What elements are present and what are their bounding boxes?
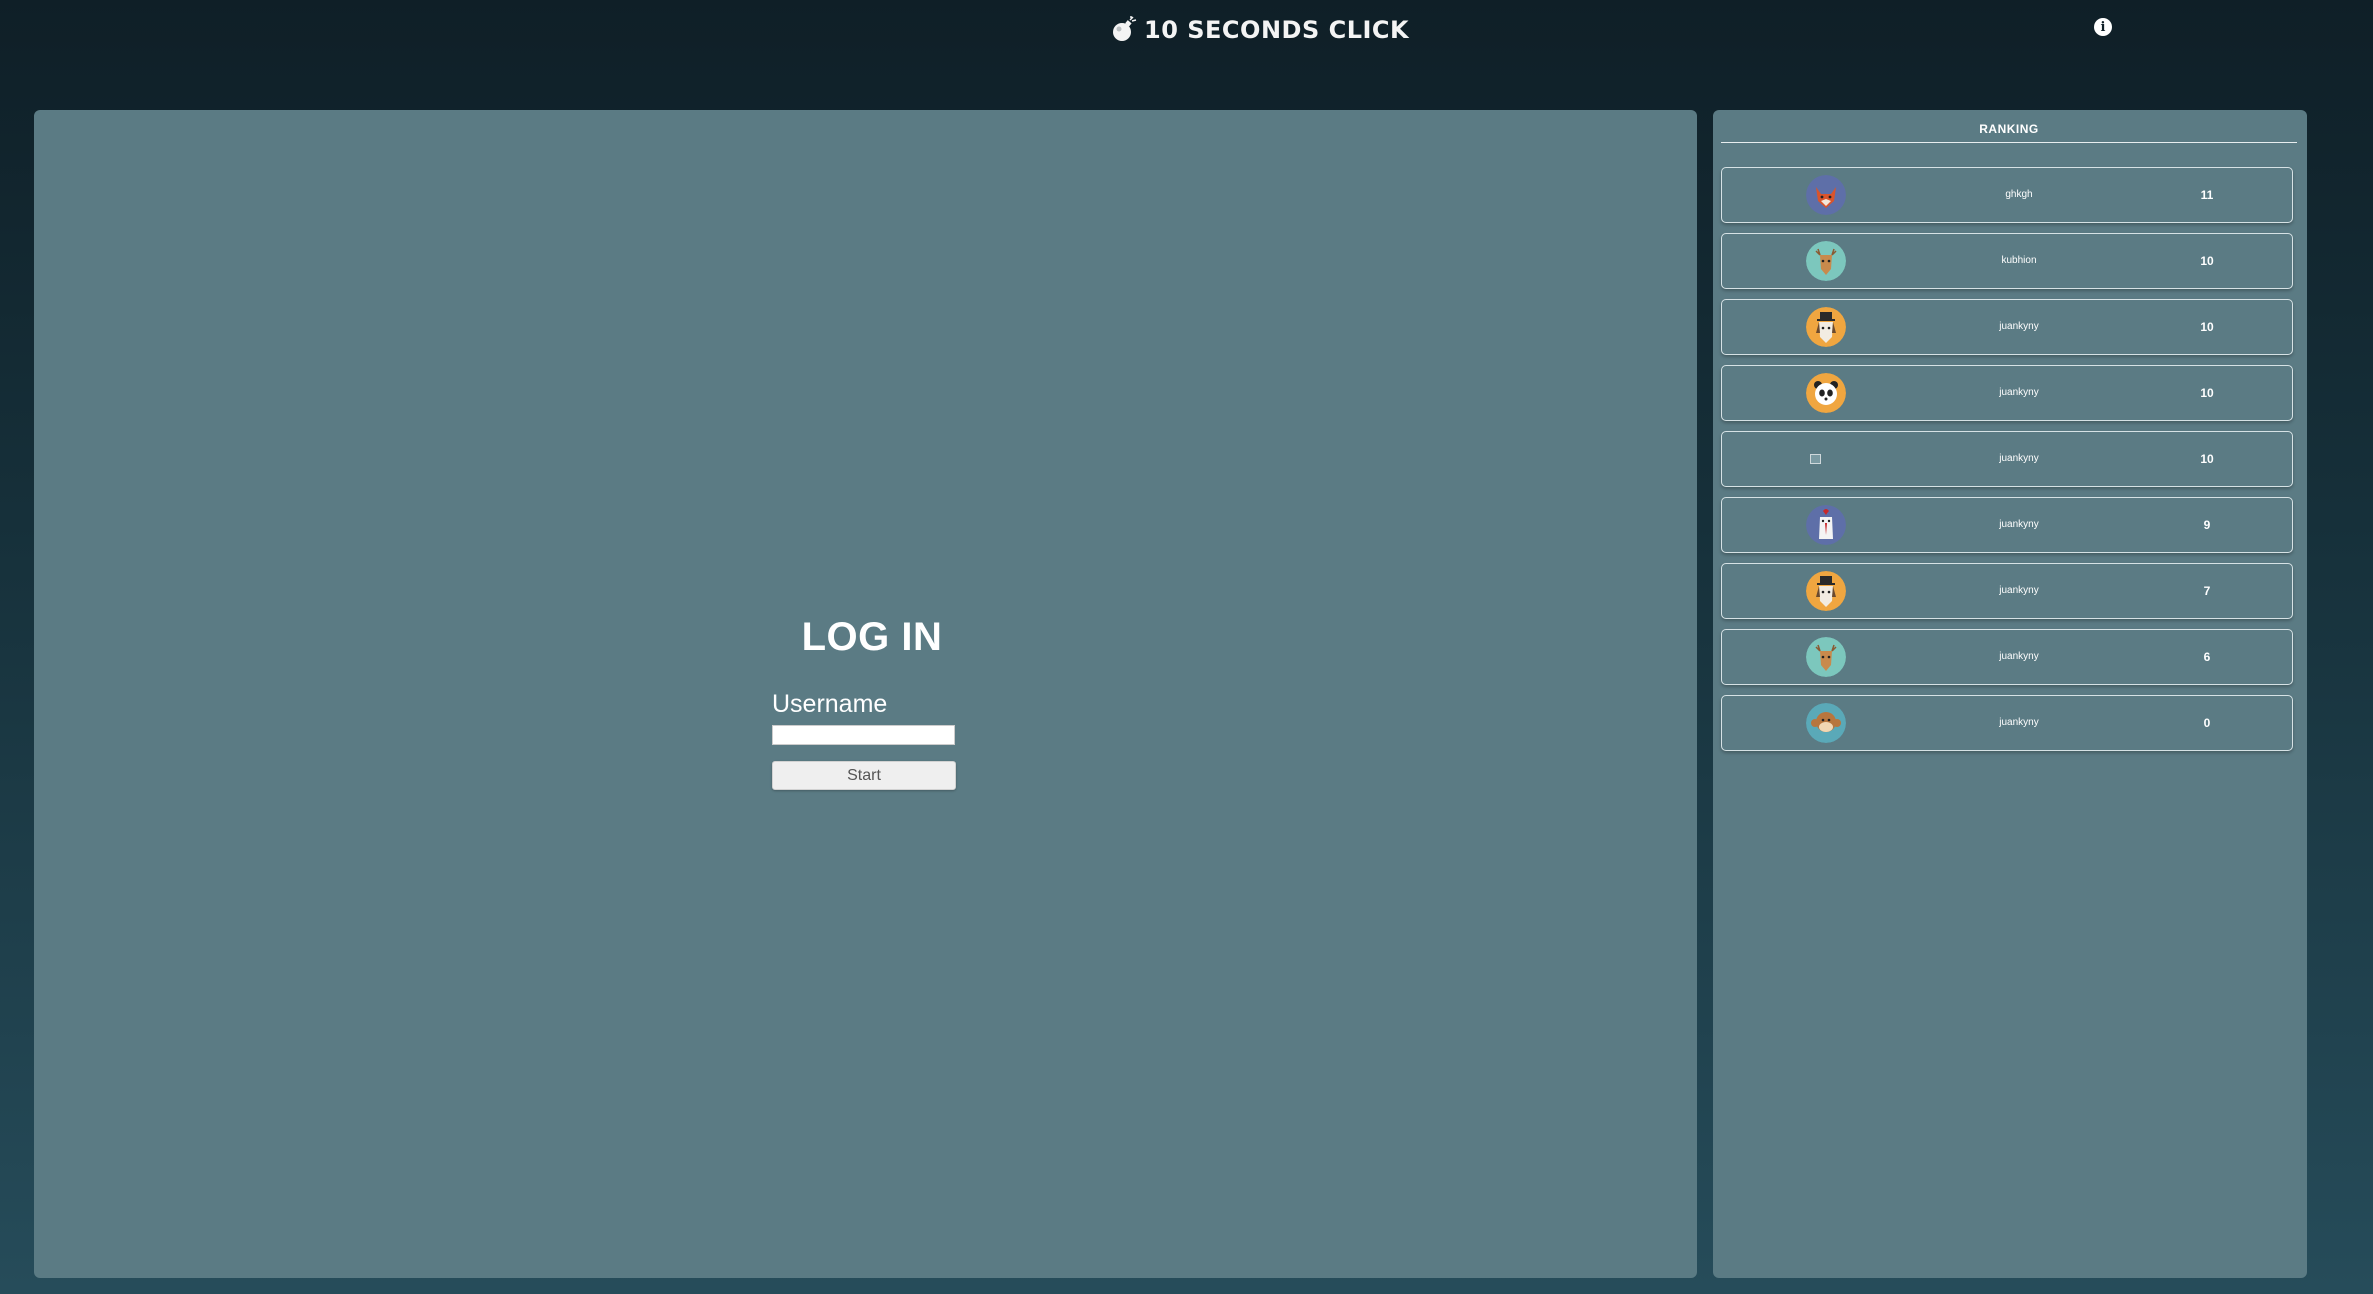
- ranking-name: juankyny: [1999, 453, 2039, 464]
- ranking-score: 10: [2200, 386, 2214, 400]
- ranking-score: 6: [2203, 650, 2211, 664]
- ranking-title: RANKING: [1721, 122, 2297, 143]
- ranking-name: juankyny: [1999, 717, 2039, 728]
- dog-top-hat-avatar: [1806, 571, 1846, 611]
- ranking-row: ghkgh 11: [1721, 167, 2293, 223]
- game-panel: LOG IN Username Start: [34, 110, 1697, 1278]
- top-bar: 10 SECONDS CLICK i: [0, 0, 2373, 60]
- fox-avatar: [1806, 175, 1846, 215]
- app-title-text: 10 SECONDS CLICK: [1144, 16, 1410, 44]
- ranking-score: 11: [2200, 188, 2214, 202]
- ranking-name: juankyny: [1999, 651, 2039, 662]
- ranking-score: 10: [2200, 320, 2214, 334]
- info-icon[interactable]: i: [2094, 18, 2112, 36]
- dog-top-hat-avatar: [1806, 307, 1846, 347]
- ranking-row: juankyny 10: [1721, 299, 2293, 355]
- ranking-row: juankyny 7: [1721, 563, 2293, 619]
- panda-avatar: [1806, 373, 1846, 413]
- app-title: 10 SECONDS CLICK: [1110, 14, 1409, 46]
- ranking-panel: RANKING ghkgh 11 kubhion 10 juankyny 10 …: [1713, 110, 2307, 1278]
- username-label: Username: [772, 690, 888, 718]
- start-button[interactable]: Start: [772, 761, 956, 790]
- login-form: LOG IN Username Start: [772, 615, 972, 790]
- ranking-name: juankyny: [1999, 519, 2039, 530]
- ranking-row: juankyny 9: [1721, 497, 2293, 553]
- ranking-name: ghkgh: [2005, 189, 2033, 200]
- username-input[interactable]: [772, 725, 955, 745]
- ranking-list: ghkgh 11 kubhion 10 juankyny 10 juankyny…: [1721, 167, 2293, 761]
- ranking-row: juankyny 10: [1721, 431, 2293, 487]
- ranking-row: juankyny 6: [1721, 629, 2293, 685]
- rooster-avatar: [1806, 505, 1846, 545]
- ranking-name: juankyny: [1999, 387, 2039, 398]
- ranking-score: 10: [2200, 452, 2214, 466]
- monkey-avatar: [1806, 703, 1846, 743]
- ranking-name: juankyny: [1999, 321, 2039, 332]
- bomb-icon: [1110, 16, 1138, 44]
- ranking-name: juankyny: [1999, 585, 2039, 596]
- deer-avatar: [1806, 637, 1846, 677]
- ranking-score: 9: [2203, 518, 2211, 532]
- ranking-score: 10: [2200, 254, 2214, 268]
- ranking-row: juankyny 0: [1721, 695, 2293, 751]
- ranking-score: 0: [2203, 716, 2211, 730]
- login-heading: LOG IN: [801, 615, 943, 659]
- ranking-row: juankyny 10: [1721, 365, 2293, 421]
- ranking-name: kubhion: [2001, 255, 2037, 266]
- deer-avatar: [1806, 241, 1846, 281]
- ranking-score: 7: [2203, 584, 2211, 598]
- broken-image-icon: [1810, 454, 1821, 464]
- ranking-row: kubhion 10: [1721, 233, 2293, 289]
- info-icon-glyph: i: [2100, 19, 2106, 35]
